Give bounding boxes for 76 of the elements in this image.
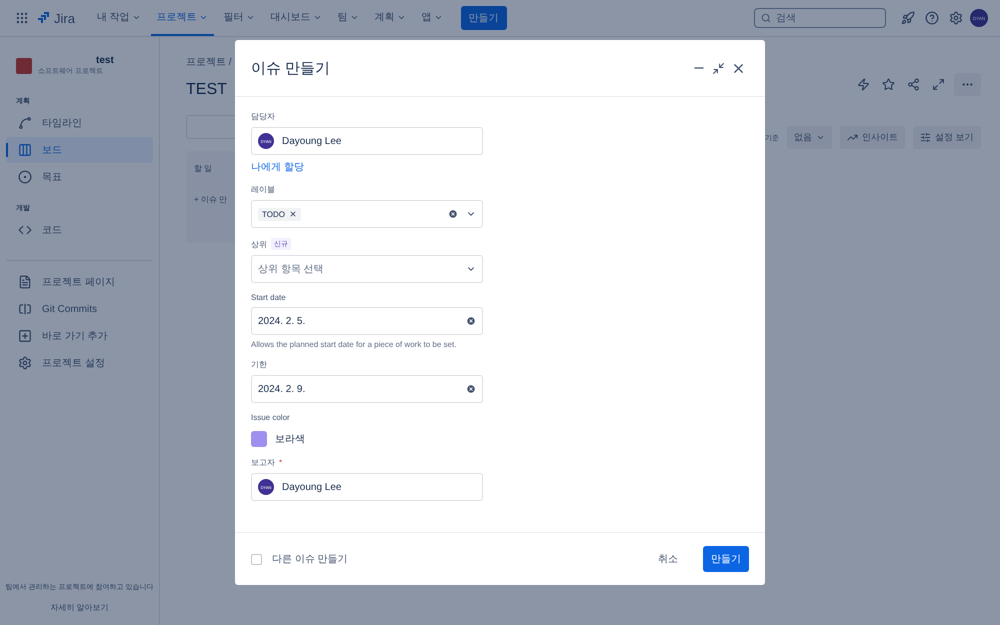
field-label: 상위: [251, 238, 267, 250]
nav-menu-item[interactable]: 필터: [218, 0, 261, 36]
label-tag: TODO: [258, 208, 301, 220]
project-name: test: [96, 55, 114, 66]
cancel-button[interactable]: 취소: [651, 547, 685, 571]
sidebar-item[interactable]: 프로젝트 페이지: [6, 269, 153, 295]
help-icon[interactable]: [925, 11, 939, 25]
search-field[interactable]: 검색: [754, 8, 886, 28]
parent-select[interactable]: 상위 항목 선택: [251, 255, 483, 283]
board-icon: [18, 143, 32, 157]
rocket-icon[interactable]: [901, 11, 915, 25]
view-settings-button[interactable]: 설정 보기: [913, 126, 981, 149]
search-icon: [761, 13, 771, 23]
star-icon[interactable]: [882, 78, 895, 91]
add-square-icon: [18, 329, 32, 343]
field-label: 보고자: [251, 457, 275, 468]
create-another-label: 다른 이슈 만들기: [272, 553, 348, 566]
field-label: Issue color: [251, 413, 290, 422]
color-swatch[interactable]: [251, 431, 267, 447]
date-field[interactable]: 2024. 2. 5.: [251, 307, 483, 335]
create-button[interactable]: 만들기: [703, 546, 749, 572]
sidebar-item[interactable]: 목표: [6, 164, 153, 190]
lightning-icon[interactable]: [856, 78, 870, 91]
chart-line-icon: [847, 132, 858, 143]
color-name: 보라색: [275, 433, 305, 446]
target-icon: [18, 170, 32, 184]
app-grid-icon[interactable]: [15, 11, 29, 25]
create-button[interactable]: 만들기: [460, 6, 507, 30]
nav-menu-item[interactable]: 팀: [332, 0, 365, 36]
sliders-icon: [920, 132, 931, 143]
product-name: Jira: [54, 10, 75, 26]
nav-menu-item[interactable]: 대시보드: [264, 0, 328, 36]
code-icon: [18, 223, 32, 237]
settings-icon[interactable]: [949, 11, 963, 25]
learn-more-link[interactable]: 자세히 알아보기: [50, 602, 109, 613]
dialog-title: 이슈 만들기: [251, 58, 330, 78]
insights-button[interactable]: 인사이트: [840, 126, 905, 149]
label-select[interactable]: TODO: [251, 200, 483, 228]
assign-to-me-link[interactable]: 나에게 할당: [251, 160, 749, 174]
share-icon[interactable]: [906, 78, 920, 91]
chevron-down-icon: [816, 133, 825, 142]
clear-icon[interactable]: [448, 209, 458, 219]
help-text: Allows the planned start date for a piece of work to be set.: [251, 340, 458, 349]
group-by-select[interactable]: 없음: [787, 126, 832, 149]
nav-menu-item[interactable]: 계획: [368, 0, 412, 36]
sidebar-item[interactable]: 보드: [6, 137, 153, 163]
remove-icon[interactable]: [288, 210, 297, 218]
logo-icon: [36, 11, 50, 25]
checkbox[interactable]: [251, 554, 262, 564]
sidebar-item[interactable]: 타임라인: [6, 110, 153, 136]
field-label: 레이블: [251, 184, 275, 195]
document-icon: [18, 275, 32, 289]
clear-icon[interactable]: [466, 316, 476, 326]
nav-menu-item[interactable]: 내 작업: [90, 0, 147, 36]
project-avatar: [16, 58, 32, 74]
timeline-icon: [18, 116, 32, 130]
sidebar-item[interactable]: 바로 가기 추가: [6, 323, 153, 349]
sidebar-item[interactable]: 프로젝트 설정: [6, 350, 153, 376]
field-label: 기한: [251, 359, 267, 370]
nav-menu-item[interactable]: 프로젝트: [150, 0, 214, 36]
clear-icon[interactable]: [466, 384, 476, 394]
nav-menu-item[interactable]: 앱: [416, 0, 449, 36]
column-title: 할 일: [194, 163, 214, 174]
sidebar-item[interactable]: 코드: [6, 217, 153, 243]
field-label: 담당자: [251, 111, 275, 122]
required-mark: *: [279, 458, 282, 467]
breadcrumb[interactable]: 프로젝트 /: [186, 55, 235, 69]
expand-icon[interactable]: [932, 78, 945, 91]
collapse-icon[interactable]: [712, 62, 725, 74]
split-square-icon: [18, 302, 32, 316]
create-issue-link[interactable]: + 이슈 만: [194, 194, 235, 205]
date-field[interactable]: 2024. 2. 9.: [251, 375, 483, 403]
settings-icon: [18, 356, 32, 370]
board-title: TEST: [186, 81, 228, 99]
field-label: Start date: [251, 293, 286, 302]
sidebar-item[interactable]: Git Commits: [6, 296, 153, 322]
